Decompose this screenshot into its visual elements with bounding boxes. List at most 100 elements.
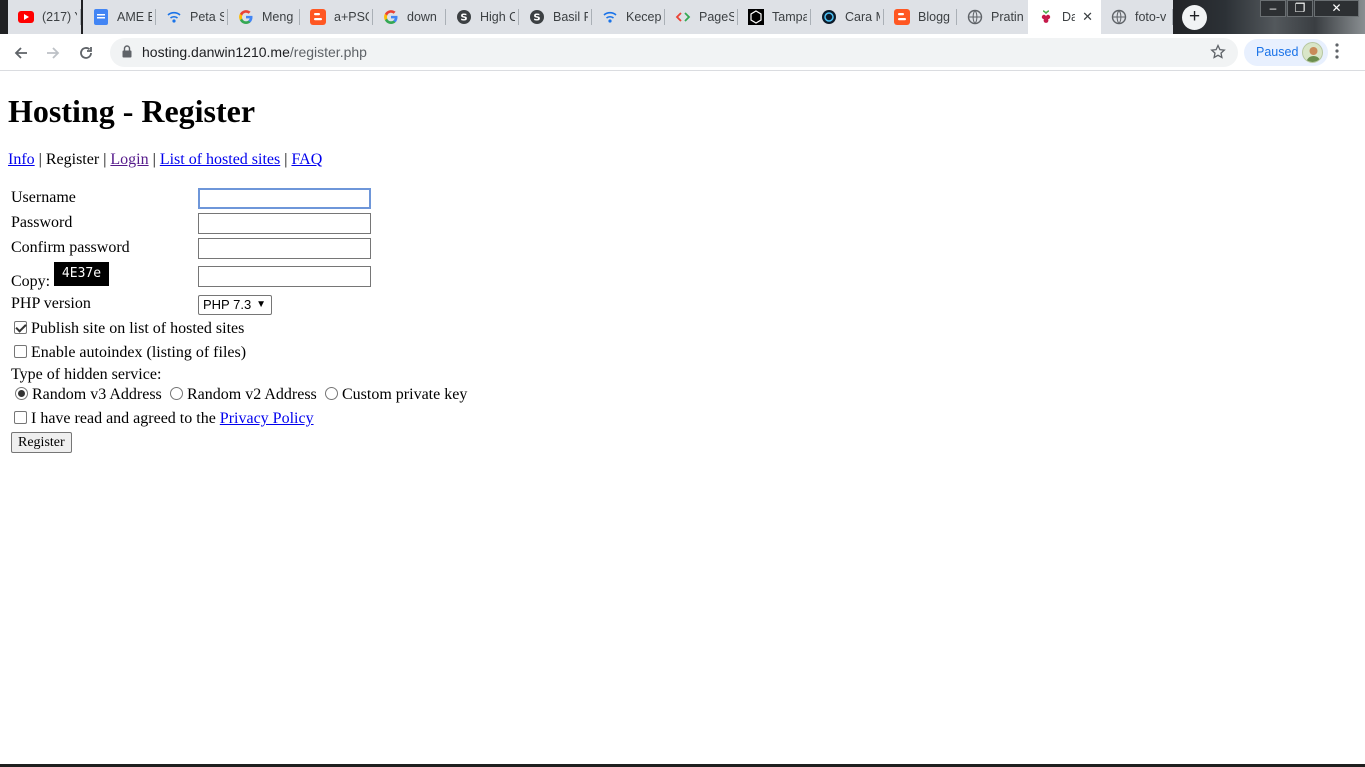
page-title: Hosting - Register [8,93,256,129]
reload-icon [80,47,92,59]
nav-login[interactable]: Login [110,151,148,168]
autoindex-checkbox[interactable] [14,345,27,358]
svg-text:S: S [533,13,540,24]
browser-tab[interactable]: a+PSC [300,0,373,34]
url-path: /register.php [289,44,367,60]
profile-status-label: Paused [1256,45,1299,59]
nav-info[interactable]: Info [8,151,35,168]
browser-tab[interactable]: Blogg [884,0,957,34]
browser-tab[interactable]: AME E [83,0,156,34]
nav-separator: | [38,151,42,168]
code-icon [675,9,691,25]
tab-title: PageS [699,10,734,24]
php-version-label: PHP version [11,295,91,312]
globe-icon [967,9,983,25]
restore-window-button[interactable]: ❐ [1287,0,1313,17]
arrow-left-icon [14,47,27,59]
network-icon [602,9,618,25]
blogger-icon [310,9,326,25]
address-bar[interactable]: hosting.danwin1210.me/register.php [110,38,1238,67]
forward-button[interactable] [40,40,66,66]
captcha-input[interactable] [198,266,371,287]
tab-strip: (217) Y AME E Peta S Meng a+PSC down S High C S B… [0,0,1365,34]
close-tab-icon[interactable]: ✕ [1082,9,1093,25]
publish-label: Publish site on list of hosted sites [31,320,245,337]
circle-logo-icon [821,9,837,25]
hidden-service-label: Type of hidden service: [11,366,162,383]
browser-tab[interactable]: Da ✕ [1028,0,1101,34]
php-version-selected: PHP 7.3 [203,297,252,312]
radio-random-v2[interactable] [170,387,183,400]
minimize-window-button[interactable]: – [1260,0,1286,17]
url-host: hosting.danwin1210.me [142,44,290,60]
tab-title: High C [480,10,515,24]
browser-tab[interactable]: Cara M [811,0,884,34]
register-button[interactable]: Register [11,432,72,453]
tab-title: down [407,10,437,24]
s-logo-icon: S [456,9,472,25]
browser-tab[interactable]: foto-v [1101,0,1173,34]
browser-tab[interactable]: (217) Y [8,0,81,34]
avatar-image-icon [1306,47,1321,62]
agree-checkbox[interactable] [14,411,27,424]
more-vertical-icon[interactable] [1335,43,1339,59]
browser-tab[interactable]: down [373,0,446,34]
privacy-policy-link[interactable]: Privacy Policy [220,410,314,427]
nav-separator: | [103,151,107,168]
avatar [1302,42,1323,63]
nav-separator: | [152,151,156,168]
nav-register: Register [45,151,100,168]
caret-down-icon: ▼ [256,299,266,310]
autoindex-label: Enable autoindex (listing of files) [31,344,247,361]
s-logo-icon: S [529,9,545,25]
star-icon[interactable] [1210,44,1226,60]
browser-tab[interactable]: Peta S [156,0,228,34]
network-icon [166,9,182,25]
page-content: Hosting - Register Info | Register | Login | L… [0,72,1365,764]
google-icon [238,9,254,25]
arrow-right-icon [47,47,60,59]
tab-title: Cara M [845,10,880,24]
globe-icon [1111,9,1127,25]
password-input[interactable] [198,213,371,234]
browser-tab[interactable]: S High C [446,0,519,34]
site-nav: Info | Register | Login | List of hosted sites… [8,151,322,169]
php-version-select[interactable]: PHP 7.3 ▼ [198,295,272,315]
browser-tab[interactable]: Pratin [957,0,1030,34]
tab-title: foto-v [1135,10,1167,24]
nav-list-of-hosted-sites[interactable]: List of hosted sites [160,151,280,168]
tab-title: Meng [262,10,294,24]
url-text: hosting.danwin1210.me/register.php [142,44,367,60]
google-icon [383,9,399,25]
hexagon-icon [748,9,764,25]
tab-title: a+PSC [334,10,369,24]
raspberry-icon [1038,9,1054,25]
confirm-password-input[interactable] [198,238,371,259]
captcha-image: 4E37e [54,262,109,286]
radio-random-v2-label: Random v2 Address [187,386,317,403]
nav-faq[interactable]: FAQ [291,151,322,168]
radio-random-v3-label: Random v3 Address [32,386,162,403]
browser-tab[interactable]: Kecep [592,0,665,34]
confirm-password-label: Confirm password [11,239,130,256]
browser-tab[interactable]: S Basil P [519,0,592,34]
profile-button[interactable]: Paused [1244,39,1328,66]
publish-checkbox[interactable] [14,321,27,334]
browser-tab[interactable]: PageS [665,0,738,34]
radio-custom-key[interactable] [325,387,338,400]
browser-toolbar: hosting.danwin1210.me/register.php Pause… [0,34,1365,71]
captcha-label: Copy: [11,273,51,290]
radio-random-v3[interactable] [15,387,28,400]
reload-button[interactable] [73,40,99,66]
browser-tab[interactable]: Tampa [738,0,811,34]
radio-custom-key-label: Custom private key [342,386,468,403]
browser-tab[interactable]: Meng [228,0,300,34]
nav-separator: | [284,151,288,168]
youtube-icon [18,9,34,25]
password-label: Password [11,214,73,231]
new-tab-button[interactable]: + [1182,5,1207,30]
username-input[interactable] [198,188,371,209]
back-button[interactable] [8,40,34,66]
close-window-button[interactable]: ✕ [1314,0,1359,17]
lock-icon[interactable] [122,45,132,58]
